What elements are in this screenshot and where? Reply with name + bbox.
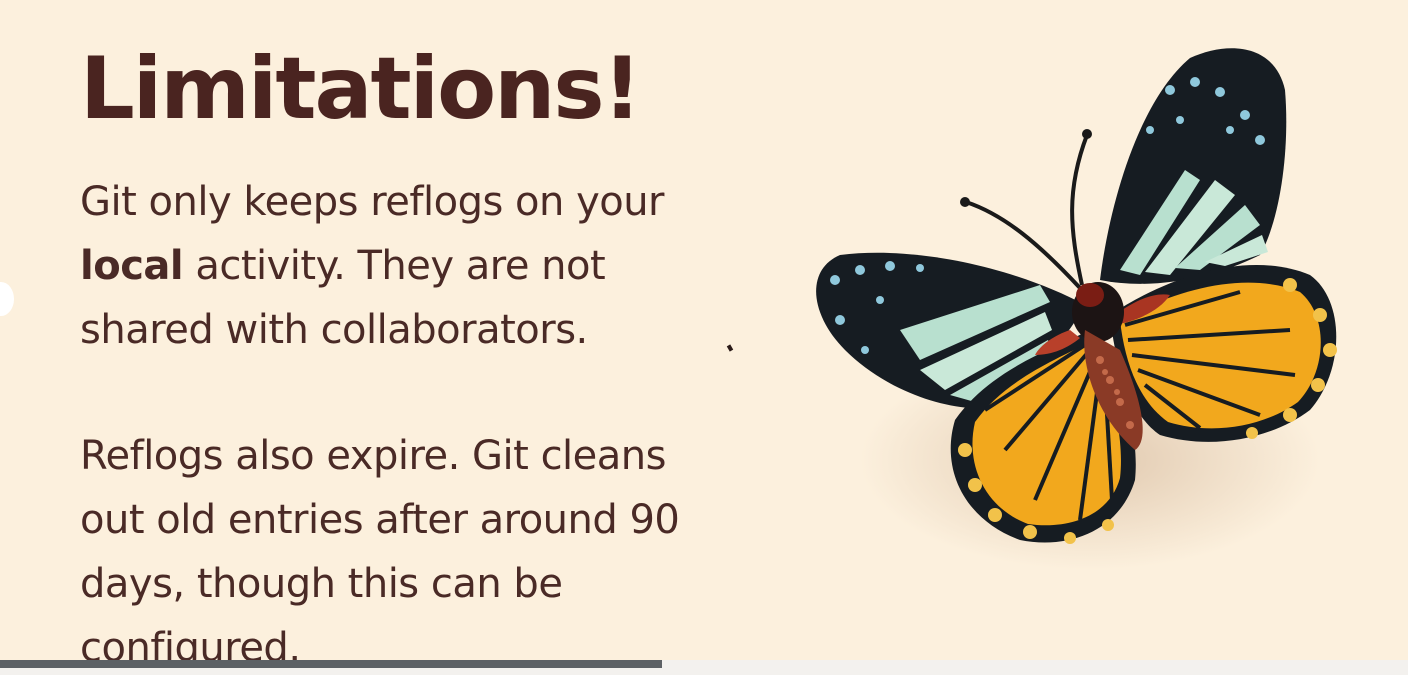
p2-line1: Reflogs also expire. Git cleans	[80, 433, 666, 479]
p1-line1: Git only keeps reflogs on your	[80, 179, 665, 225]
slide: Limitations! Git only keeps reflogs on y…	[0, 0, 1408, 660]
bold-local: local	[80, 243, 184, 289]
p1-line3: shared with collaborators.	[80, 307, 588, 353]
p2-line2: out old entries after around 90	[80, 497, 680, 543]
paragraph-local-activity: Git only keeps reflogs on your local act…	[80, 170, 780, 362]
p2-line3: days, though this can be	[80, 561, 563, 607]
p1-line2: activity. They are not	[183, 243, 606, 289]
p2-line4: configured.	[80, 625, 301, 660]
slide-title: Limitations!	[80, 39, 642, 139]
video-progress-fill	[0, 660, 662, 668]
paragraph-expire: Reflogs also expire. Git cleans out old …	[80, 424, 780, 660]
butterfly-illustration	[816, 48, 1337, 570]
